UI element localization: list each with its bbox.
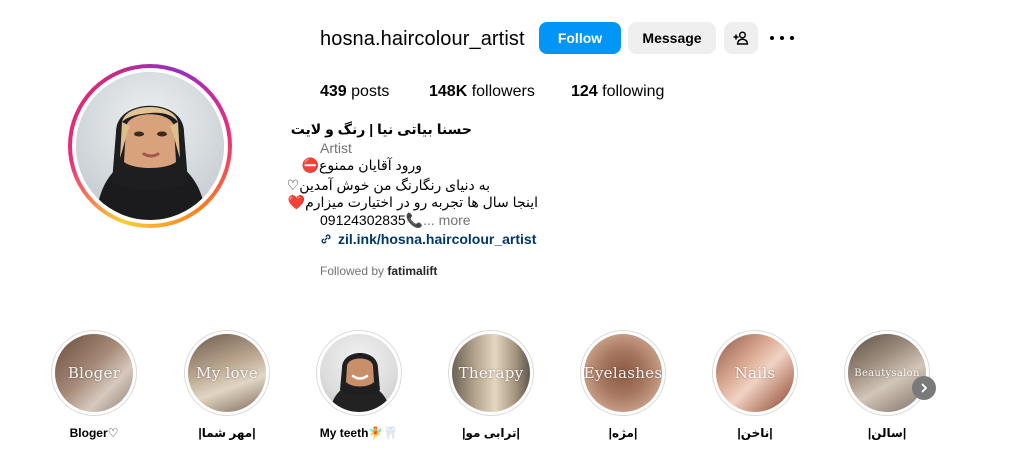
bio-line-4: 09124302835📞... more — [320, 212, 471, 229]
highlight-label: My teeth🧚🦷 — [319, 426, 399, 440]
message-button[interactable]: Message — [628, 22, 716, 54]
posts-count: 439 — [320, 83, 347, 100]
heart-outline-icon: ♡ — [286, 177, 300, 193]
bio-link-text: zil.ink/hosna.haircolour_artist — [338, 231, 537, 247]
highlights-next-button[interactable] — [912, 376, 936, 400]
highlight-cover — [320, 334, 398, 412]
followed-by-prefix: Followed by — [320, 264, 385, 278]
highlight-ring: My love — [184, 330, 270, 416]
highlight-ring: Eyelashes — [580, 330, 666, 416]
stat-followers[interactable]: 148K followers — [429, 83, 535, 101]
highlight-label: Bloger♡ — [69, 426, 119, 440]
highlight-label: |مژه| — [608, 426, 638, 440]
highlight-cover: Bloger — [55, 334, 133, 412]
highlight-cover-text: Therapy — [458, 364, 524, 382]
highlight-bloger[interactable]: Bloger Bloger♡ — [51, 330, 137, 440]
profile-avatar[interactable] — [68, 64, 232, 228]
dot — [770, 36, 774, 40]
bio-line-1: ورود آقایان ممنوع⛔ — [302, 157, 422, 174]
bio-category: Artist — [320, 140, 352, 156]
bio-line-1-text: ورود آقایان ممنوع — [319, 157, 422, 173]
highlight-ring: Therapy — [448, 330, 534, 416]
highlight-ring — [316, 330, 402, 416]
followers-count: 148K — [429, 83, 468, 100]
highlight-eyelashes[interactable]: Eyelashes |مژه| — [580, 330, 666, 440]
profile-username: hosna.haircolour_artist — [320, 28, 525, 50]
no-entry-icon: ⛔ — [301, 157, 319, 173]
bio-line-2-text: به دنیای رنگارنگ من خوش آمدین — [299, 177, 490, 193]
dot — [780, 36, 784, 40]
dot — [790, 36, 794, 40]
stat-following[interactable]: 124 following — [571, 83, 664, 101]
highlight-cover-text: My love — [196, 364, 258, 382]
following-label: following — [602, 83, 665, 100]
highlight-cover-text: Nails — [734, 364, 776, 382]
avatar-frame — [72, 68, 228, 224]
highlight-cover: Eyelashes — [584, 334, 662, 412]
highlight-label: |مهر شما| — [198, 426, 256, 440]
highlight-ring: Bloger — [51, 330, 137, 416]
bio-link[interactable]: zil.ink/hosna.haircolour_artist — [320, 231, 536, 247]
highlight-label: |سالن| — [867, 426, 907, 440]
highlight-nails[interactable]: Nails |ناخن| — [712, 330, 798, 440]
highlight-cover-text: Beautysalon — [854, 367, 920, 379]
followed-by[interactable]: Followed by fatimalift — [320, 264, 437, 278]
avatar-photo — [76, 72, 224, 220]
add-user-icon — [733, 31, 749, 45]
highlight-cover-text: Eyelashes — [584, 364, 662, 382]
chevron-right-icon — [921, 383, 927, 393]
highlight-cover: My love — [188, 334, 266, 412]
highlight-cover: Nails — [716, 334, 794, 412]
followers-label: followers — [471, 83, 535, 100]
suggest-accounts-button[interactable] — [724, 22, 758, 54]
highlight-cover-text: Bloger — [67, 364, 121, 382]
bio-line-3: اینجا سال ها تجربه رو در اختیارت میزارم❤… — [288, 194, 538, 211]
phone-icon: 📞 — [405, 212, 424, 228]
follow-button[interactable]: Follow — [539, 22, 621, 54]
highlight-label: |ناخن| — [737, 426, 773, 440]
more-options-icon[interactable] — [770, 28, 794, 48]
bio-full-name: حسنا بیاتی نیا | رنگ و لایت — [290, 121, 472, 137]
bio-phone: 09124302835 — [320, 212, 406, 228]
highlight-ring: Beautysalon — [844, 330, 930, 416]
bio-line-2: به دنیای رنگارنگ من خوش آمدین♡ — [287, 177, 490, 194]
highlight-cover: Beautysalon — [848, 334, 926, 412]
highlight-portrait — [330, 353, 390, 412]
more-link[interactable]: ... more — [423, 212, 470, 228]
link-icon — [321, 234, 331, 244]
stat-posts: 439 posts — [320, 83, 389, 101]
highlight-label: |ترابی مو| — [462, 426, 520, 440]
avatar-illustration — [76, 72, 224, 220]
following-count: 124 — [571, 83, 598, 100]
highlight-my-teeth[interactable]: My teeth🧚🦷 — [316, 330, 402, 440]
highlight-ring: Nails — [712, 330, 798, 416]
followed-by-user: fatimalift — [387, 264, 438, 278]
highlight-therapy[interactable]: Therapy |ترابی مو| — [448, 330, 534, 440]
highlight-cover: Therapy — [452, 334, 530, 412]
red-heart-icon: ❤️ — [287, 194, 306, 210]
bio-line-3-text: اینجا سال ها تجربه رو در اختیارت میزارم — [305, 194, 538, 210]
posts-label: posts — [351, 83, 390, 100]
highlight-mehr-shoma[interactable]: My love |مهر شما| — [184, 330, 270, 440]
